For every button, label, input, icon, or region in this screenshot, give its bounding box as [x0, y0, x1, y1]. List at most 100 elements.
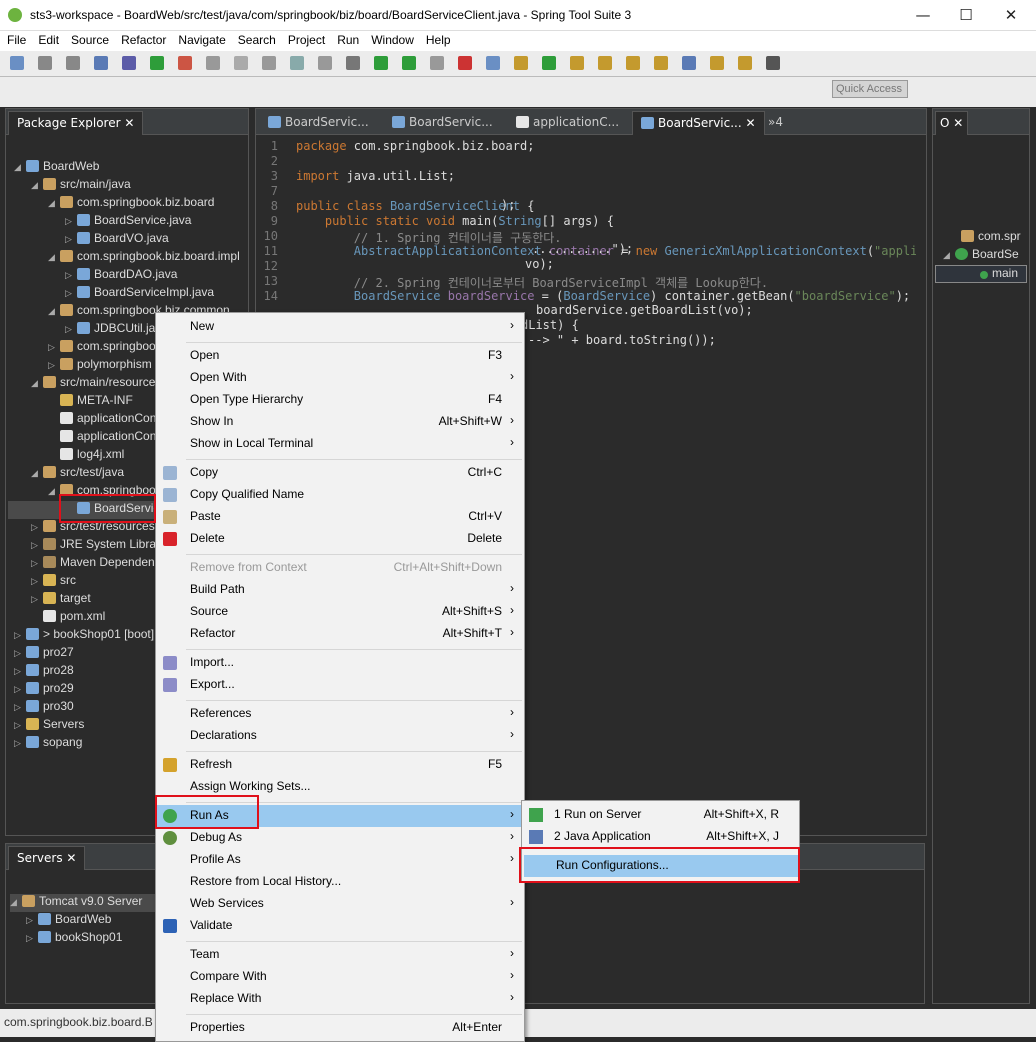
outline-item-selected[interactable]: main	[935, 265, 1027, 283]
server-module[interactable]: ▷ BoardWeb	[26, 912, 111, 930]
toolbar-icon[interactable]	[738, 56, 752, 70]
menu-file[interactable]: File	[0, 31, 31, 47]
toolbar-icon[interactable]	[682, 56, 696, 70]
expand-icon[interactable]: ▷	[31, 558, 41, 569]
menu-item-build-path[interactable]: Build Path ›	[156, 579, 524, 601]
menu-refactor[interactable]: Refactor	[114, 31, 171, 47]
toolbar-icon[interactable]	[206, 56, 220, 70]
code-fragment[interactable]: boardService.getBoardList(vo);	[536, 303, 753, 317]
toolbar-icon[interactable]	[318, 56, 332, 70]
menu-item-copy-qualified-name[interactable]: Copy Qualified Name	[156, 484, 524, 506]
expand-icon[interactable]: ▷	[65, 288, 75, 299]
expand-icon[interactable]: ◢	[31, 378, 41, 389]
menu-item-remove-from-context[interactable]: Remove from Context Ctrl+Alt+Shift+Down	[156, 557, 524, 579]
code-fragment[interactable]: );	[501, 198, 515, 212]
expand-icon[interactable]: ▷	[48, 342, 58, 353]
submenu-item-run-configurations[interactable]: Run Configurations...	[524, 855, 799, 877]
tab-editor[interactable]: BoardServic...	[260, 111, 377, 135]
menu-item-export[interactable]: Export...	[156, 674, 524, 696]
expand-icon[interactable]: ▷	[65, 216, 75, 227]
toolbar-icon[interactable]	[38, 56, 52, 70]
menu-item-open[interactable]: Open F3	[156, 345, 524, 367]
server-module[interactable]: ▷ bookShop01	[26, 930, 122, 948]
expand-icon[interactable]: ▷	[31, 576, 41, 587]
menu-item-compare-with[interactable]: Compare With ›	[156, 966, 524, 988]
tree-item[interactable]: ▷ BoardServiceImpl.java	[65, 285, 214, 303]
tree-item[interactable]: ▷ pro30	[14, 699, 74, 717]
menu-project[interactable]: Project	[281, 31, 330, 47]
menu-item-source[interactable]: Source Alt+Shift+S ›	[156, 601, 524, 623]
code-line[interactable]: package com.springbook.biz.board;	[296, 139, 534, 153]
tree-item[interactable]: ▷ > bookShop01 [boot]	[14, 627, 154, 645]
menu-item-declarations[interactable]: Declarations ›	[156, 725, 524, 747]
toolbar-icon[interactable]	[430, 56, 444, 70]
tree-item[interactable]: ▷ pro28	[14, 663, 74, 681]
toolbar-icon[interactable]	[514, 56, 528, 70]
tree-item[interactable]: pom.xml	[31, 609, 105, 627]
tree-item[interactable]: ◢ com.springbook.biz.board.impl	[48, 249, 240, 267]
expand-icon[interactable]: ▷	[65, 324, 75, 335]
tree-item[interactable]: ▷ pro27	[14, 645, 74, 663]
menu-item-restore-from-local-history[interactable]: Restore from Local History...	[156, 871, 524, 893]
server-item[interactable]: ◢ Tomcat v9.0 Server	[10, 894, 158, 912]
expand-icon[interactable]: ◢	[31, 468, 41, 479]
toolbar-icon[interactable]	[374, 56, 388, 70]
tree-item[interactable]: ▷ polymorphism	[48, 357, 152, 375]
toolbar-icon[interactable]	[290, 56, 304, 70]
menu-search[interactable]: Search	[231, 31, 281, 47]
code-fragment[interactable]: --> " + board.toString());	[528, 333, 716, 347]
toolbar-icon[interactable]	[710, 56, 724, 70]
expand-icon[interactable]: ▷	[14, 738, 24, 749]
tree-item[interactable]: ▷ BoardDAO.java	[65, 267, 177, 285]
menu-item-import[interactable]: Import...	[156, 652, 524, 674]
submenu-item-2-java-application[interactable]: 2 Java Application Alt+Shift+X, J	[522, 826, 799, 848]
toolbar-icon[interactable]	[458, 56, 472, 70]
toolbar-icon[interactable]	[346, 56, 360, 70]
tree-item[interactable]: ◢ BoardWeb	[14, 159, 99, 177]
outline-item[interactable]: com.spr	[961, 229, 1021, 247]
toolbar-icon[interactable]	[402, 56, 416, 70]
menu-navigate[interactable]: Navigate	[171, 31, 230, 47]
tree-item[interactable]: ▷ BoardVO.java	[65, 231, 169, 249]
submenu-item-1-run-on-server[interactable]: 1 Run on Server Alt+Shift+X, R	[522, 804, 799, 826]
menu-item-open-type-hierarchy[interactable]: Open Type Hierarchy F4	[156, 389, 524, 411]
expand-icon[interactable]: ◢	[48, 306, 58, 317]
menu-item-delete[interactable]: Delete Delete	[156, 528, 524, 550]
toolbar-icon[interactable]	[262, 56, 276, 70]
toolbar-icon[interactable]	[178, 56, 192, 70]
toolbar-icon[interactable]	[766, 56, 780, 70]
tree-item[interactable]: ▷ sopang	[14, 735, 82, 753]
toolbar-icon[interactable]	[66, 56, 80, 70]
menu-item-show-in[interactable]: Show In Alt+Shift+W ›	[156, 411, 524, 433]
tree-item[interactable]: ◢ com.springbook.biz.board	[48, 195, 214, 213]
tab-editor[interactable]: BoardServic...	[384, 111, 501, 135]
expand-icon[interactable]: ▷	[14, 702, 24, 713]
menu-item-open-with[interactable]: Open With ›	[156, 367, 524, 389]
maximize-button[interactable]: ☐	[951, 6, 981, 24]
tree-item[interactable]: ▷ pro29	[14, 681, 74, 699]
expand-icon[interactable]: ◢	[14, 162, 24, 173]
tree-item[interactable]: ▷ Servers	[14, 717, 84, 735]
toolbar-icon[interactable]	[150, 56, 164, 70]
tree-item[interactable]: META-INF	[48, 393, 133, 411]
menu-help[interactable]: Help	[419, 31, 456, 47]
toolbar-icon[interactable]	[654, 56, 668, 70]
tree-item[interactable]: ▷ JDBCUtil.java	[65, 321, 168, 339]
menu-item-references[interactable]: References ›	[156, 703, 524, 725]
code-line[interactable]: public class BoardServiceClient {	[296, 199, 534, 213]
menu-item-refactor[interactable]: Refactor Alt+Shift+T ›	[156, 623, 524, 645]
tree-item[interactable]: log4j.xml	[48, 447, 124, 465]
expand-icon[interactable]: ◢	[48, 486, 58, 497]
menu-item-paste[interactable]: Paste Ctrl+V	[156, 506, 524, 528]
menu-item-profile-as[interactable]: Profile As ›	[156, 849, 524, 871]
toolbar-icon[interactable]	[94, 56, 108, 70]
expand-icon[interactable]: ▷	[14, 648, 24, 659]
expand-icon[interactable]: ▷	[31, 540, 41, 551]
expand-icon[interactable]: ▷	[31, 594, 41, 605]
tree-item[interactable]: ◢ src/main/java	[31, 177, 131, 195]
expand-icon[interactable]: ◢	[48, 252, 58, 263]
toolbar-icon[interactable]	[486, 56, 500, 70]
minimize-button[interactable]: —	[908, 6, 938, 24]
toolbar-icon[interactable]	[122, 56, 136, 70]
menu-source[interactable]: Source	[64, 31, 114, 47]
